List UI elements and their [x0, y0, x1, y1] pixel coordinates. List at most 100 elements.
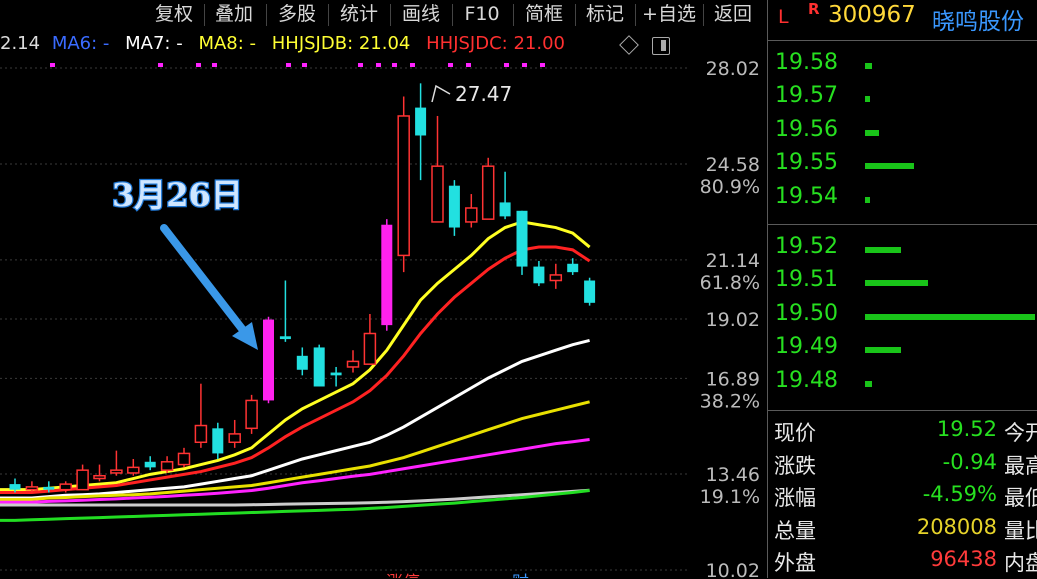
signal-dot — [196, 63, 201, 67]
f10-button[interactable]: F10 — [454, 0, 510, 28]
signal-dot — [302, 63, 307, 67]
panel-toggle-icon[interactable] — [652, 37, 670, 55]
finance-mark: 财 — [512, 573, 529, 578]
percent-tick-label: 38.2% — [700, 390, 760, 412]
multi-stock-button[interactable]: 多股 — [268, 0, 326, 28]
signal-dot — [540, 63, 545, 67]
signal-dot — [522, 63, 527, 67]
order-volume-bar — [865, 380, 872, 387]
candle — [296, 347, 308, 376]
candle — [76, 464, 89, 491]
order-volume-bar — [865, 129, 879, 136]
quote-value: 19.52 — [936, 417, 997, 441]
quote-label: 现价 — [774, 421, 816, 445]
price-tick-label: 16.89 — [706, 368, 760, 390]
quote-label-right: 最高 — [1004, 453, 1037, 478]
candle — [245, 394, 258, 434]
percent-tick-label: 19.1% — [700, 486, 760, 508]
candle — [212, 422, 224, 460]
ma6-label: MA6: - — [51, 33, 110, 54]
date-annotation: 3月26日 — [111, 175, 258, 350]
price-tick-label: 28.02 — [706, 58, 760, 80]
order-volume-bar — [865, 347, 901, 354]
order-book-price: 19.51 — [775, 267, 838, 293]
high-arrow-icon — [431, 84, 451, 103]
quote-label-right: 最低 — [1004, 486, 1037, 510]
order-book-price: 19.56 — [775, 116, 838, 142]
high-marker: 27.47 — [431, 82, 512, 106]
price-tick-label: 10.02 — [706, 560, 760, 578]
signal-dot — [358, 63, 363, 67]
signal-dot — [50, 63, 55, 67]
restore-rights-button[interactable]: 复权 — [146, 0, 202, 28]
date-annotation-label: 3月26日 — [112, 176, 243, 214]
high-price-label: 27.47 — [455, 82, 512, 106]
candle — [263, 316, 274, 404]
ma8-label: MA8: - — [198, 33, 257, 54]
order-book-price: 19.48 — [775, 367, 838, 393]
ma7-label: MA7: - — [125, 33, 183, 54]
candle — [465, 194, 478, 228]
hhjsjdb-label: HHJSJDB: 21.04 — [271, 33, 411, 54]
indicator-legend: 2.14 MA6: - MA7: - MA8: - HHJSJDB: 21.04… — [0, 33, 575, 59]
back-button[interactable]: 返回 — [705, 0, 761, 28]
order-volume-bar — [865, 96, 871, 103]
candle — [516, 210, 528, 275]
candle — [279, 280, 291, 342]
candle — [110, 450, 123, 476]
simple-frame-button[interactable]: 简框 — [515, 0, 573, 28]
ma-line — [0, 245, 591, 494]
quote-label: 涨跌 — [774, 453, 816, 478]
quote-label: 涨幅 — [774, 486, 816, 510]
price-axis: 28.02 24.58 21.14 19.02 16.89 13.46 10.02 80.9%… — [700, 58, 760, 578]
candle — [431, 115, 444, 223]
candle — [533, 260, 545, 287]
add-watchlist-button[interactable]: +自选 — [637, 0, 701, 28]
signal-dot — [448, 63, 453, 67]
order-book-price: 19.57 — [775, 83, 838, 109]
quote-label: 外盘 — [774, 551, 816, 575]
candle — [228, 419, 241, 448]
candle — [397, 96, 410, 273]
signal-dot — [158, 63, 163, 67]
draw-line-button[interactable]: 画线 — [392, 0, 450, 28]
signal-dot — [392, 63, 397, 67]
mark-button[interactable]: 标记 — [577, 0, 633, 28]
candle — [177, 447, 191, 468]
order-book-price: 19.55 — [775, 150, 838, 176]
candle — [93, 464, 106, 482]
order-volume-bar — [865, 247, 901, 253]
stock-header: L R 300967 晓鸣股份 — [768, 0, 1037, 35]
quote-row: 外盘 96438 内盘 — [774, 547, 1037, 579]
quote-label: 总量 — [774, 518, 816, 543]
quote-value: 208008 — [916, 514, 997, 539]
candle — [448, 180, 460, 236]
price-tick-label: 24.58 — [706, 154, 760, 176]
candle — [567, 258, 579, 275]
quote-row: 现价 19.52 今开 — [774, 417, 1037, 449]
kline-chart[interactable]: 28.02 24.58 21.14 19.02 16.89 13.46 10.02 80.9%… — [0, 0, 768, 578]
quote-row: 总量 208008 量比 — [774, 515, 1037, 547]
candle — [127, 459, 140, 476]
statistics-button[interactable]: 统计 — [330, 0, 388, 28]
signal-dot — [212, 63, 217, 67]
order-book-price: 19.58 — [775, 50, 838, 75]
candle — [415, 83, 427, 181]
bottom-marks: 涨停 财 — [386, 573, 529, 578]
candle — [346, 350, 360, 373]
limit-up-mark: 涨停 — [386, 573, 420, 578]
candle — [499, 171, 511, 220]
overlay-button[interactable]: 叠加 — [206, 0, 262, 28]
candle — [481, 157, 495, 220]
r-tag: R — [808, 0, 820, 18]
price-tick-label: 19.02 — [706, 309, 760, 331]
candle — [144, 456, 156, 471]
quote-value: -0.94 — [942, 449, 997, 474]
candle — [381, 219, 393, 331]
candle — [330, 366, 342, 387]
stock-code: 300967 — [828, 2, 916, 28]
candle — [549, 263, 563, 289]
quote-value: -4.59% — [922, 482, 997, 506]
signal-dot — [286, 63, 291, 67]
annotation-arrow-line — [160, 224, 250, 338]
